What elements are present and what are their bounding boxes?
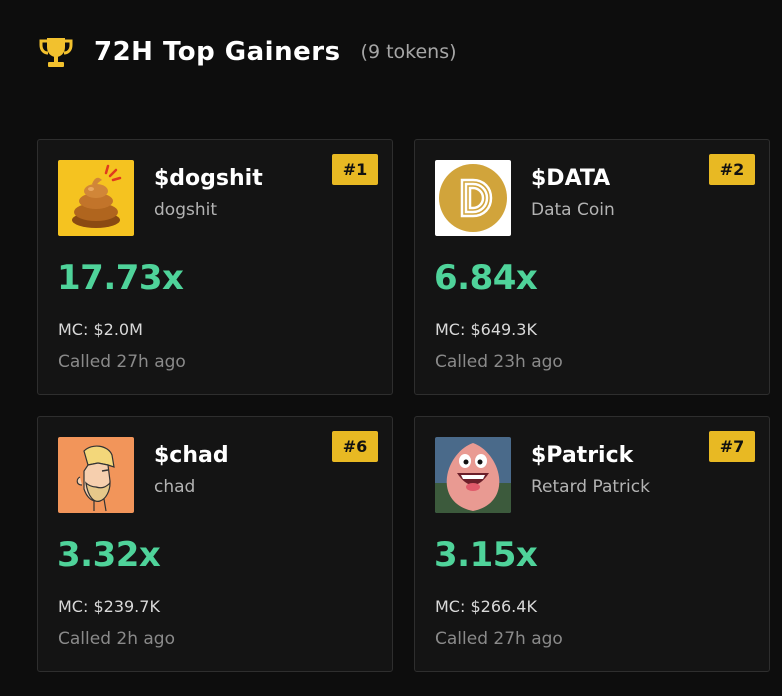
token-symbol: $Patrick xyxy=(531,443,634,468)
rank-badge: #1 xyxy=(332,154,378,185)
trophy-icon xyxy=(36,32,76,72)
data-coin-logo-icon xyxy=(435,160,511,236)
market-cap: MC: $649.3K xyxy=(435,320,537,339)
rank-badge: #6 xyxy=(332,431,378,462)
gain-multiplier: 3.32x xyxy=(57,535,161,575)
token-card-chad[interactable]: $chad chad #6 3.32x MC: $239.7K Called 2… xyxy=(37,416,393,672)
token-name: Data Coin xyxy=(531,200,615,220)
called-time: Called 23h ago xyxy=(435,352,563,372)
token-symbol: $chad xyxy=(154,443,229,468)
market-cap: MC: $266.4K xyxy=(435,597,537,616)
token-symbol: $DATA xyxy=(531,166,611,191)
rank-badge: #2 xyxy=(709,154,755,185)
token-card-patrick[interactable]: $Patrick Retard Patrick #7 3.15x MC: $26… xyxy=(414,416,770,672)
token-count: (9 tokens) xyxy=(360,41,457,63)
top-gainers-page: 72H Top Gainers (9 tokens) $dogshit dogs… xyxy=(0,0,782,696)
token-name: dogshit xyxy=(154,200,218,220)
token-card-dogshit[interactable]: $dogshit dogshit #1 17.73x MC: $2.0M Cal… xyxy=(37,139,393,395)
called-time: Called 27h ago xyxy=(58,352,186,372)
called-time: Called 2h ago xyxy=(58,629,175,649)
market-cap: MC: $2.0M xyxy=(58,320,143,339)
token-name: Retard Patrick xyxy=(531,477,650,497)
section-header: 72H Top Gainers (9 tokens) xyxy=(36,32,457,72)
gain-multiplier: 17.73x xyxy=(57,258,184,298)
patrick-starfish-icon xyxy=(435,437,511,513)
token-symbol: $dogshit xyxy=(154,166,263,191)
market-cap: MC: $239.7K xyxy=(58,597,160,616)
token-name: chad xyxy=(154,477,196,497)
poop-emoji-icon xyxy=(58,160,134,236)
token-card-data[interactable]: $DATA Data Coin #2 6.84x MC: $649.3K Cal… xyxy=(414,139,770,395)
gain-multiplier: 3.15x xyxy=(434,535,538,575)
gain-multiplier: 6.84x xyxy=(434,258,538,298)
called-time: Called 27h ago xyxy=(435,629,563,649)
section-title: 72H Top Gainers xyxy=(94,37,341,67)
rank-badge: #7 xyxy=(709,431,755,462)
chad-face-icon xyxy=(58,437,134,513)
